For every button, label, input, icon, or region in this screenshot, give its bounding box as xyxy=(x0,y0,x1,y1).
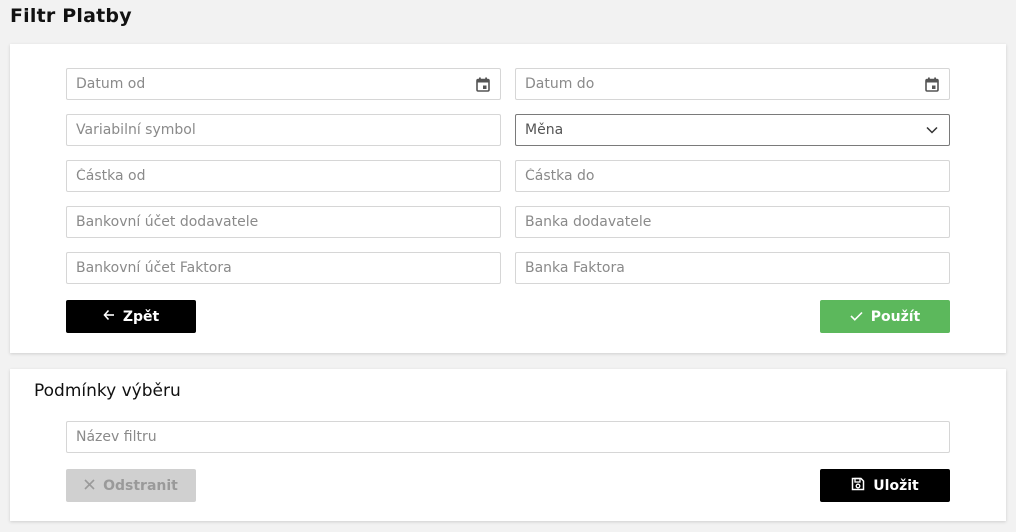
supplier-bank-input[interactable]: Banka dodavatele xyxy=(515,206,950,238)
filter-name-placeholder: Název filtru xyxy=(76,429,157,445)
back-button-label: Zpět xyxy=(122,308,160,325)
variable-symbol-input[interactable]: Variabilní symbol xyxy=(66,114,501,146)
page-title: Filtr Platby xyxy=(10,5,132,27)
check-icon xyxy=(850,309,863,325)
calendar-icon[interactable] xyxy=(924,76,940,92)
filter-name-input[interactable]: Název filtru xyxy=(66,421,950,453)
save-icon xyxy=(851,477,865,495)
variable-symbol-placeholder: Variabilní symbol xyxy=(76,122,196,138)
factor-account-placeholder: Bankovní účet Faktora xyxy=(76,260,232,276)
supplier-account-placeholder: Bankovní účet dodavatele xyxy=(76,214,259,230)
factor-bank-input[interactable]: Banka Faktora xyxy=(515,252,950,284)
arrow-left-icon xyxy=(103,309,115,325)
back-button[interactable]: Zpět xyxy=(66,300,196,333)
supplier-bank-placeholder: Banka dodavatele xyxy=(525,214,652,230)
date-from-placeholder: Datum od xyxy=(76,76,146,92)
save-button-label: Uložit xyxy=(873,477,919,494)
remove-button-label: Odstranit xyxy=(103,477,178,494)
filter-card: Datum od Datum do Variabilní symbol Měna… xyxy=(10,44,1006,353)
currency-placeholder: Měna xyxy=(525,122,564,138)
calendar-icon[interactable] xyxy=(475,76,491,92)
supplier-account-input[interactable]: Bankovní účet dodavatele xyxy=(66,206,501,238)
chevron-down-icon xyxy=(924,122,940,138)
conditions-card: Podmínky výběru Název filtru Odstranit U… xyxy=(10,369,1006,521)
save-button[interactable]: Uložit xyxy=(820,469,950,502)
section-title: Podmínky výběru xyxy=(34,381,181,401)
factor-account-input[interactable]: Bankovní účet Faktora xyxy=(66,252,501,284)
amount-from-input[interactable]: Částka od xyxy=(66,160,501,192)
amount-from-placeholder: Částka od xyxy=(76,168,146,184)
amount-to-placeholder: Částka do xyxy=(525,168,595,184)
remove-button[interactable]: Odstranit xyxy=(66,469,196,502)
date-to-input[interactable]: Datum do xyxy=(515,68,950,100)
apply-button-label: Použít xyxy=(870,308,921,325)
apply-button[interactable]: Použít xyxy=(820,300,950,333)
close-icon xyxy=(84,478,95,494)
amount-to-input[interactable]: Částka do xyxy=(515,160,950,192)
factor-bank-placeholder: Banka Faktora xyxy=(525,260,625,276)
date-from-input[interactable]: Datum od xyxy=(66,68,501,100)
date-to-placeholder: Datum do xyxy=(525,76,595,92)
currency-select[interactable]: Měna xyxy=(515,114,950,146)
